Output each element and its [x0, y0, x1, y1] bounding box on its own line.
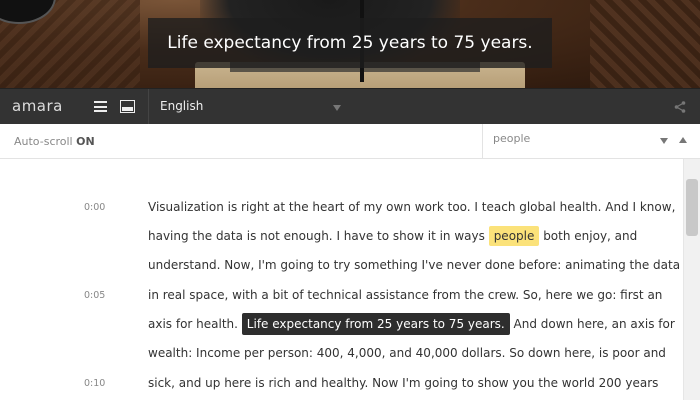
scrollbar[interactable] — [683, 159, 700, 400]
line-text: And down here, an axis for — [509, 317, 675, 331]
share-icon[interactable] — [674, 101, 686, 113]
transcript-line[interactable]: having the data is not enough. I have to… — [148, 226, 638, 246]
autoscroll-toggle[interactable]: Auto-scroll ON — [14, 135, 95, 148]
transcript-row: 0:10 sick, and up here is rich and healt… — [0, 376, 682, 400]
amara-logo: amara — [12, 97, 63, 115]
line-text: both enjoy, and — [539, 229, 638, 243]
transcript-search — [482, 124, 700, 158]
language-selector[interactable]: English — [149, 89, 349, 125]
autoscroll-label: Auto-scroll — [14, 135, 77, 148]
video-background-right — [590, 0, 700, 88]
transcript-line[interactable]: in real space, with a bit of technical a… — [148, 288, 662, 302]
search-highlight: people — [488, 226, 540, 246]
line-text: having the data is not enough. I have to… — [148, 229, 489, 243]
transcript-line[interactable]: sick, and up here is rich and healthy. N… — [148, 376, 658, 390]
previous-result-icon[interactable] — [679, 137, 687, 143]
language-label: English — [160, 99, 204, 113]
player-toolbar: amara English — [0, 88, 700, 125]
timestamp[interactable]: 0:00 — [84, 202, 124, 213]
video-player[interactable]: Life expectancy from 25 years to 75 year… — [0, 0, 700, 88]
search-input[interactable] — [493, 132, 643, 145]
transcript-line[interactable]: understand. Now, I'm going to try someth… — [148, 258, 680, 272]
current-caption: Life expectancy from 25 years to 75 year… — [241, 313, 510, 335]
chevron-down-icon — [333, 105, 341, 111]
timestamp[interactable]: 0:05 — [84, 290, 124, 301]
transcript-row: having the data is not enough. I have to… — [0, 226, 682, 260]
next-result-icon[interactable] — [660, 138, 668, 144]
autoscroll-state: ON — [76, 135, 95, 148]
scrollbar-thumb[interactable] — [686, 179, 698, 236]
transcript-line[interactable]: Visualization is right at the heart of m… — [148, 200, 675, 214]
menu-icon[interactable] — [94, 101, 107, 112]
line-text: axis for health. — [148, 317, 242, 331]
transcript-row: understand. Now, I'm going to try someth… — [0, 258, 682, 289]
transcript-row: axis for health. Life expectancy from 25… — [0, 313, 682, 348]
transcript-line[interactable]: axis for health. Life expectancy from 25… — [148, 313, 675, 335]
video-subtitle: Life expectancy from 25 years to 75 year… — [148, 18, 552, 68]
timestamp[interactable]: 0:10 — [84, 378, 124, 389]
subtitles-icon[interactable] — [120, 100, 135, 113]
transcript-row: 0:00 Visualization is right at the heart… — [0, 200, 682, 231]
transcript-row: wealth: Income per person: 400, 4,000, a… — [0, 346, 682, 377]
transcript-line[interactable]: wealth: Income per person: 400, 4,000, a… — [148, 346, 666, 360]
transcript-controls: Auto-scroll ON — [0, 124, 700, 159]
transcript: 0:00 Visualization is right at the heart… — [0, 159, 682, 400]
